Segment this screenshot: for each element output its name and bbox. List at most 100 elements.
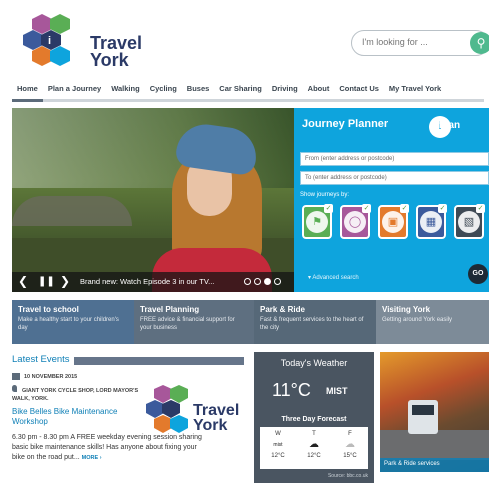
promo-text: FREE advice & financial support for your… bbox=[140, 317, 235, 331]
carousel-dot[interactable] bbox=[244, 278, 251, 285]
light-cloud-icon: ☁ bbox=[345, 439, 355, 450]
logo-text: Travel York bbox=[90, 34, 142, 70]
hero-carousel[interactable]: ❮ ❚❚ ❯ Brand new: Watch Episode 3 in our… bbox=[12, 108, 294, 292]
forecast-day: F ☁ 15°C bbox=[332, 427, 368, 469]
journey-planner: Journey Planner i Plan From (enter addre… bbox=[294, 108, 489, 292]
latest-events-heading: Latest Events bbox=[12, 354, 70, 365]
cloud-icon: ☁ bbox=[309, 439, 319, 450]
nav-cycling[interactable]: Cycling bbox=[145, 80, 182, 99]
forecast-temp: 12°C bbox=[307, 453, 321, 459]
carousel-dot-active[interactable] bbox=[264, 278, 271, 285]
travel-york-hex-logo-icon bbox=[146, 385, 188, 433]
hero-caption[interactable]: Brand new: Watch Episode 3 in our TV... bbox=[80, 277, 214, 286]
event-logo-line1: Travel bbox=[193, 402, 240, 419]
prev-icon[interactable]: ❮ bbox=[18, 274, 28, 288]
train-icon: ▧ bbox=[458, 211, 480, 233]
bus-window bbox=[412, 405, 434, 415]
carousel-dot[interactable] bbox=[254, 278, 261, 285]
hero-caption-bar: ❮ ❚❚ ❯ Brand new: Watch Episode 3 in our… bbox=[12, 272, 294, 292]
nav-car-sharing[interactable]: Car Sharing bbox=[214, 80, 267, 99]
mode-walking-toggle[interactable]: ⚑ ✓ bbox=[302, 204, 333, 239]
nav-home[interactable]: Home bbox=[12, 80, 43, 102]
event-logo: Travel York bbox=[145, 383, 239, 441]
search-icon[interactable]: ⚲ bbox=[470, 32, 489, 54]
forecast-day: T ☁ 12°C bbox=[296, 427, 332, 469]
search-box[interactable]: ⚲ bbox=[351, 30, 489, 56]
hero-bridge bbox=[12, 196, 132, 226]
event-logo-line2: York bbox=[193, 417, 228, 434]
mode-car-toggle[interactable]: ▣ ✓ bbox=[378, 204, 409, 239]
pause-icon[interactable]: ❚❚ bbox=[38, 276, 55, 287]
advanced-search-label: Advanced search bbox=[312, 275, 359, 281]
forecast-day-label: W bbox=[275, 431, 281, 437]
road-image bbox=[380, 430, 489, 460]
forecast-cond: mist bbox=[273, 442, 283, 448]
event-date-text: 10 NOVEMBER 2015 bbox=[24, 373, 78, 380]
promo-travel-to-school[interactable]: Travel to school Make a healthy start to… bbox=[12, 300, 134, 344]
mode-bus-toggle[interactable]: ▦ ✓ bbox=[416, 204, 447, 239]
check-icon: ✓ bbox=[438, 204, 447, 213]
from-field[interactable]: From (enter address or postcode) bbox=[300, 152, 489, 166]
forecast-day-label: T bbox=[312, 431, 316, 437]
journey-planner-title: Journey Planner bbox=[302, 118, 389, 130]
event-title-link[interactable]: Bike Belles Bike Maintenance Workshop bbox=[12, 407, 132, 427]
travel-york-hex-logo-icon: i bbox=[23, 14, 70, 66]
main-nav: Home Plan a Journey Walking Cycling Buse… bbox=[12, 80, 484, 102]
heading-rule bbox=[74, 357, 244, 365]
forecast-day-label: F bbox=[348, 431, 352, 437]
nav-about[interactable]: About bbox=[303, 80, 335, 99]
forecast-temp: 15°C bbox=[343, 453, 357, 459]
promo-text: Make a healthy start to your children's … bbox=[18, 317, 119, 331]
advanced-search-link[interactable]: ▾ Advanced search bbox=[308, 274, 359, 281]
promo-text: Getting around York easily bbox=[382, 317, 453, 323]
weather-title: Today's Weather bbox=[280, 358, 348, 368]
forecast-day: W mist 12°C bbox=[260, 427, 296, 469]
calendar-icon bbox=[12, 373, 20, 380]
weather-source[interactable]: Source: bbc.co.uk bbox=[254, 473, 368, 479]
check-icon: ✓ bbox=[476, 204, 485, 213]
promo-title: Visiting York bbox=[382, 305, 431, 314]
promo-text: Fast & frequent services to the heart of… bbox=[260, 317, 364, 331]
event-location: GIANT YORK CYCLE SHOP, LORD MAYOR'S WALK… bbox=[12, 385, 142, 403]
event-date: 10 NOVEMBER 2015 bbox=[12, 373, 77, 380]
planner-brand-label: Plan bbox=[439, 120, 461, 131]
nav-plan-journey[interactable]: Plan a Journey bbox=[43, 80, 106, 99]
to-field[interactable]: To (enter address or postcode) bbox=[300, 171, 489, 185]
promo-visiting-york[interactable]: Visiting York Getting around York easily bbox=[376, 300, 489, 344]
weather-condition: MIST bbox=[326, 386, 348, 396]
event-logo-text: Travel York bbox=[193, 402, 240, 434]
promo-title: Travel to school bbox=[18, 305, 79, 314]
walk-icon: ⚑ bbox=[306, 211, 328, 233]
weather-temp: 11°C bbox=[272, 380, 311, 400]
check-icon: ✓ bbox=[400, 204, 409, 213]
park-ride-tile[interactable]: Park & Ride services bbox=[380, 352, 489, 472]
promo-travel-planning[interactable]: Travel Planning FREE advice & financial … bbox=[134, 300, 254, 344]
logo-line2: York bbox=[90, 50, 129, 70]
mode-cycling-toggle[interactable]: ◯ ✓ bbox=[340, 204, 371, 239]
search-input[interactable] bbox=[362, 37, 462, 47]
nav-buses[interactable]: Buses bbox=[182, 80, 215, 99]
next-icon[interactable]: ❯ bbox=[60, 274, 70, 288]
nav-my-travel-york[interactable]: My Travel York bbox=[384, 80, 446, 99]
nav-walking[interactable]: Walking bbox=[106, 80, 144, 99]
mode-train-toggle[interactable]: ▧ ✓ bbox=[454, 204, 485, 239]
location-pin-icon bbox=[12, 385, 17, 392]
mist-icon: mist bbox=[271, 440, 285, 450]
forecast-temp: 12°C bbox=[271, 453, 285, 459]
event-location-text: GIANT YORK CYCLE SHOP, LORD MAYOR'S WALK… bbox=[12, 388, 139, 402]
show-journeys-label: Show journeys by: bbox=[300, 192, 350, 198]
promo-title: Park & Ride bbox=[260, 305, 305, 314]
car-icon: ▣ bbox=[382, 211, 404, 233]
nav-contact[interactable]: Contact Us bbox=[334, 80, 384, 99]
bus-icon: ▦ bbox=[420, 211, 442, 233]
carousel-dot[interactable] bbox=[274, 278, 281, 285]
logo[interactable]: i Travel York bbox=[22, 12, 142, 69]
promo-park-ride[interactable]: Park & Ride Fast & frequent services to … bbox=[254, 300, 376, 344]
svg-text:i: i bbox=[48, 35, 51, 47]
weather-widget: Today's Weather 11°C MIST Three Day Fore… bbox=[254, 352, 374, 483]
check-icon: ✓ bbox=[324, 204, 333, 213]
more-link[interactable]: MORE › bbox=[82, 455, 102, 461]
nav-driving[interactable]: Driving bbox=[267, 80, 303, 99]
bike-icon: ◯ bbox=[344, 211, 366, 233]
go-button[interactable]: GO bbox=[468, 264, 488, 284]
